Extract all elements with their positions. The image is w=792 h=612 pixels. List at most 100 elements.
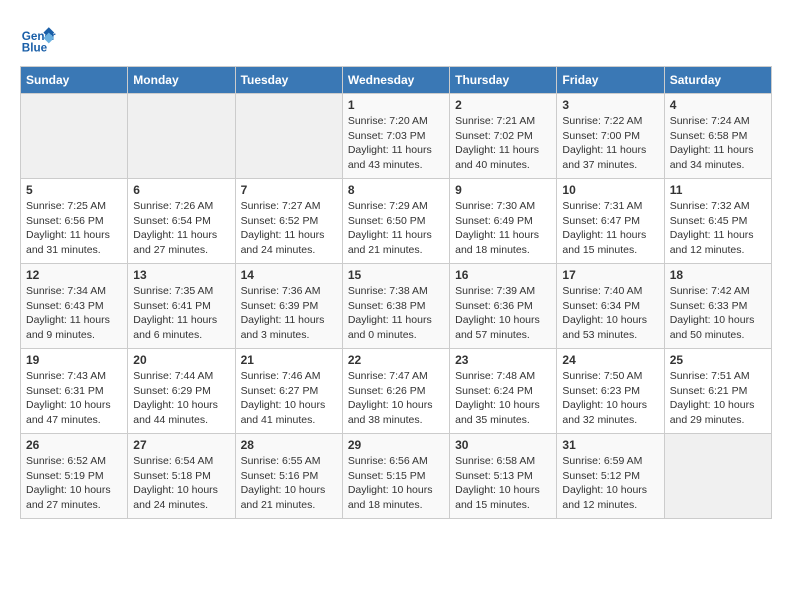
calendar-cell: 30 Sunrise: 6:58 AM Sunset: 5:13 PM Dayli… — [450, 434, 557, 519]
calendar-cell: 27 Sunrise: 6:54 AM Sunset: 5:18 PM Dayli… — [128, 434, 235, 519]
day-number: 5 — [26, 183, 122, 197]
calendar-cell — [128, 94, 235, 179]
day-number: 29 — [348, 438, 444, 452]
calendar-cell: 16 Sunrise: 7:39 AM Sunset: 6:36 PM Dayli… — [450, 264, 557, 349]
dow-header: Wednesday — [342, 67, 449, 94]
day-number: 26 — [26, 438, 122, 452]
day-number: 13 — [133, 268, 229, 282]
day-info: Sunrise: 6:58 AM Sunset: 5:13 PM Dayligh… — [455, 454, 551, 513]
calendar-cell — [21, 94, 128, 179]
day-info: Sunrise: 7:47 AM Sunset: 6:26 PM Dayligh… — [348, 369, 444, 428]
day-info: Sunrise: 7:38 AM Sunset: 6:38 PM Dayligh… — [348, 284, 444, 343]
calendar-cell: 31 Sunrise: 6:59 AM Sunset: 5:12 PM Dayli… — [557, 434, 664, 519]
day-info: Sunrise: 6:52 AM Sunset: 5:19 PM Dayligh… — [26, 454, 122, 513]
day-number: 24 — [562, 353, 658, 367]
calendar-cell — [664, 434, 771, 519]
day-info: Sunrise: 7:34 AM Sunset: 6:43 PM Dayligh… — [26, 284, 122, 343]
day-number: 25 — [670, 353, 766, 367]
day-info: Sunrise: 7:43 AM Sunset: 6:31 PM Dayligh… — [26, 369, 122, 428]
calendar-cell: 25Sunrise: 7:51 AM Sunset: 6:21 PM Dayli… — [664, 349, 771, 434]
day-info: Sunrise: 7:32 AM Sunset: 6:45 PM Dayligh… — [670, 199, 766, 258]
day-number: 22 — [348, 353, 444, 367]
day-info: Sunrise: 7:26 AM Sunset: 6:54 PM Dayligh… — [133, 199, 229, 258]
day-info: Sunrise: 7:24 AM Sunset: 6:58 PM Dayligh… — [670, 114, 766, 173]
day-info: Sunrise: 7:36 AM Sunset: 6:39 PM Dayligh… — [241, 284, 337, 343]
calendar-cell: 26 Sunrise: 6:52 AM Sunset: 5:19 PM Dayli… — [21, 434, 128, 519]
calendar-body: 1 Sunrise: 7:20 AM Sunset: 7:03 PM Daylig… — [21, 94, 772, 519]
calendar-cell: 3Sunrise: 7:22 AM Sunset: 7:00 PM Daylig… — [557, 94, 664, 179]
logo-icon: General Blue — [20, 20, 56, 56]
day-number: 11 — [670, 183, 766, 197]
day-number: 20 — [133, 353, 229, 367]
calendar-week: 5 Sunrise: 7:25 AM Sunset: 6:56 PM Daylig… — [21, 179, 772, 264]
calendar-week: 12 Sunrise: 7:34 AM Sunset: 6:43 PM Dayli… — [21, 264, 772, 349]
day-number: 19 — [26, 353, 122, 367]
day-info: Sunrise: 7:30 AM Sunset: 6:49 PM Dayligh… — [455, 199, 551, 258]
calendar-cell: 14 Sunrise: 7:36 AM Sunset: 6:39 PM Dayli… — [235, 264, 342, 349]
logo: General Blue — [20, 20, 56, 56]
page-header: General Blue — [20, 20, 772, 56]
calendar-cell: 6 Sunrise: 7:26 AM Sunset: 6:54 PM Daylig… — [128, 179, 235, 264]
day-number: 28 — [241, 438, 337, 452]
calendar-week: 1 Sunrise: 7:20 AM Sunset: 7:03 PM Daylig… — [21, 94, 772, 179]
day-info: Sunrise: 7:39 AM Sunset: 6:36 PM Dayligh… — [455, 284, 551, 343]
calendar-cell: 1 Sunrise: 7:20 AM Sunset: 7:03 PM Daylig… — [342, 94, 449, 179]
day-number: 2 — [455, 98, 551, 112]
calendar-cell: 12 Sunrise: 7:34 AM Sunset: 6:43 PM Dayli… — [21, 264, 128, 349]
day-number: 12 — [26, 268, 122, 282]
day-info: Sunrise: 7:35 AM Sunset: 6:41 PM Dayligh… — [133, 284, 229, 343]
day-number: 14 — [241, 268, 337, 282]
day-number: 9 — [455, 183, 551, 197]
day-number: 31 — [562, 438, 658, 452]
calendar-week: 19 Sunrise: 7:43 AM Sunset: 6:31 PM Dayli… — [21, 349, 772, 434]
day-number: 7 — [241, 183, 337, 197]
day-number: 18 — [670, 268, 766, 282]
calendar-cell: 7Sunrise: 7:27 AM Sunset: 6:52 PM Daylig… — [235, 179, 342, 264]
day-number: 4 — [670, 98, 766, 112]
day-info: Sunrise: 7:46 AM Sunset: 6:27 PM Dayligh… — [241, 369, 337, 428]
day-info: Sunrise: 7:40 AM Sunset: 6:34 PM Dayligh… — [562, 284, 658, 343]
calendar-cell: 9 Sunrise: 7:30 AM Sunset: 6:49 PM Daylig… — [450, 179, 557, 264]
day-number: 10 — [562, 183, 658, 197]
dow-header: Sunday — [21, 67, 128, 94]
dow-header: Friday — [557, 67, 664, 94]
calendar-cell: 10 Sunrise: 7:31 AM Sunset: 6:47 PM Dayli… — [557, 179, 664, 264]
day-info: Sunrise: 7:29 AM Sunset: 6:50 PM Dayligh… — [348, 199, 444, 258]
day-info: Sunrise: 6:59 AM Sunset: 5:12 PM Dayligh… — [562, 454, 658, 513]
day-number: 21 — [241, 353, 337, 367]
calendar-week: 26 Sunrise: 6:52 AM Sunset: 5:19 PM Dayli… — [21, 434, 772, 519]
day-info: Sunrise: 7:25 AM Sunset: 6:56 PM Dayligh… — [26, 199, 122, 258]
dow-header: Tuesday — [235, 67, 342, 94]
calendar-cell: 24 Sunrise: 7:50 AM Sunset: 6:23 PM Dayli… — [557, 349, 664, 434]
day-info: Sunrise: 7:50 AM Sunset: 6:23 PM Dayligh… — [562, 369, 658, 428]
calendar-cell: 20Sunrise: 7:44 AM Sunset: 6:29 PM Dayli… — [128, 349, 235, 434]
calendar-cell: 23Sunrise: 7:48 AM Sunset: 6:24 PM Dayli… — [450, 349, 557, 434]
dow-header: Monday — [128, 67, 235, 94]
day-number: 17 — [562, 268, 658, 282]
dow-header: Saturday — [664, 67, 771, 94]
day-number: 15 — [348, 268, 444, 282]
calendar-cell: 18 Sunrise: 7:42 AM Sunset: 6:33 PM Dayli… — [664, 264, 771, 349]
calendar-cell: 4 Sunrise: 7:24 AM Sunset: 6:58 PM Daylig… — [664, 94, 771, 179]
calendar-cell: 17 Sunrise: 7:40 AM Sunset: 6:34 PM Dayli… — [557, 264, 664, 349]
day-info: Sunrise: 6:54 AM Sunset: 5:18 PM Dayligh… — [133, 454, 229, 513]
day-info: Sunrise: 7:21 AM Sunset: 7:02 PM Dayligh… — [455, 114, 551, 173]
day-info: Sunrise: 7:22 AM Sunset: 7:00 PM Dayligh… — [562, 114, 658, 173]
days-of-week-row: SundayMondayTuesdayWednesdayThursdayFrid… — [21, 67, 772, 94]
dow-header: Thursday — [450, 67, 557, 94]
day-number: 16 — [455, 268, 551, 282]
calendar-cell: 22 Sunrise: 7:47 AM Sunset: 6:26 PM Dayli… — [342, 349, 449, 434]
day-info: Sunrise: 7:31 AM Sunset: 6:47 PM Dayligh… — [562, 199, 658, 258]
calendar-cell: 8Sunrise: 7:29 AM Sunset: 6:50 PM Daylig… — [342, 179, 449, 264]
day-number: 1 — [348, 98, 444, 112]
day-number: 6 — [133, 183, 229, 197]
day-info: Sunrise: 7:48 AM Sunset: 6:24 PM Dayligh… — [455, 369, 551, 428]
day-info: Sunrise: 7:20 AM Sunset: 7:03 PM Dayligh… — [348, 114, 444, 173]
day-number: 30 — [455, 438, 551, 452]
calendar-cell: 29Sunrise: 6:56 AM Sunset: 5:15 PM Dayli… — [342, 434, 449, 519]
day-info: Sunrise: 7:42 AM Sunset: 6:33 PM Dayligh… — [670, 284, 766, 343]
calendar-table: SundayMondayTuesdayWednesdayThursdayFrid… — [20, 66, 772, 519]
calendar-cell: 15 Sunrise: 7:38 AM Sunset: 6:38 PM Dayli… — [342, 264, 449, 349]
day-number: 27 — [133, 438, 229, 452]
calendar-cell: 13 Sunrise: 7:35 AM Sunset: 6:41 PM Dayli… — [128, 264, 235, 349]
